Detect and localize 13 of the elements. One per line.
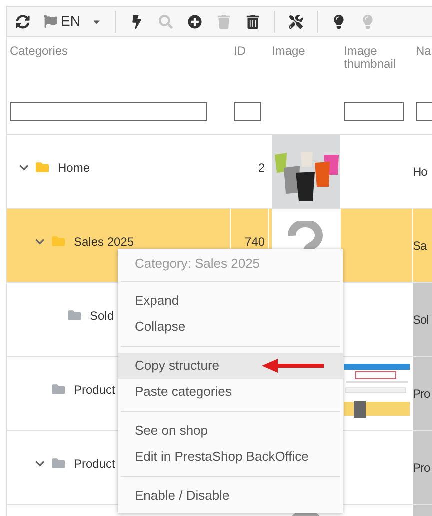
- name-cell: Ho: [413, 135, 432, 208]
- name-cell: Pro: [413, 431, 432, 504]
- category-name: Product: [74, 382, 116, 398]
- category-name: Sales 2025: [74, 234, 134, 250]
- category-name: Product: [74, 456, 116, 472]
- id-cell-text: 2: [258, 160, 265, 176]
- id-cell-text: 740: [244, 234, 265, 250]
- name-cell: Pro: [413, 357, 432, 430]
- name-cell: Sa: [413, 209, 432, 282]
- menu-title: Category: Sales 2025: [134, 255, 262, 274]
- category-name: Home: [58, 160, 90, 176]
- name-cell: Sol: [413, 283, 432, 356]
- category-name: Sold: [90, 308, 114, 324]
